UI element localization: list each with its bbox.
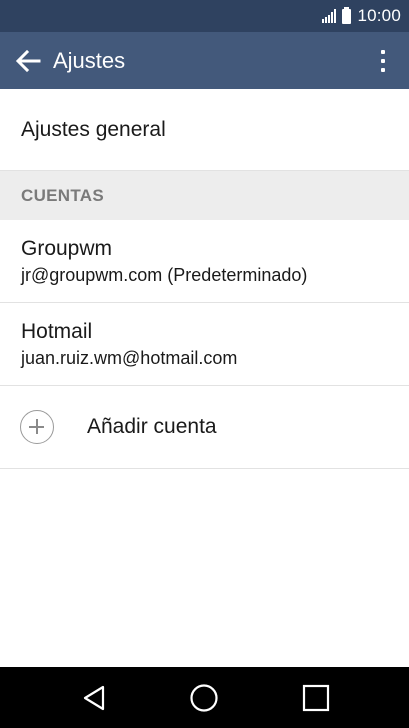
app-bar: Ajustes xyxy=(0,32,409,89)
more-options-button[interactable] xyxy=(371,46,395,76)
battery-icon xyxy=(342,6,352,24)
settings-list: Ajustes general CUENTAS Groupwm jr@group… xyxy=(0,89,409,469)
account-item-hotmail[interactable]: Hotmail juan.ruiz.wm@hotmail.com xyxy=(0,303,409,386)
general-settings-item[interactable]: Ajustes general xyxy=(0,89,409,171)
add-account-label: Añadir cuenta xyxy=(87,415,217,438)
nav-recents-button[interactable] xyxy=(286,667,346,728)
navigation-bar xyxy=(0,667,409,728)
status-icons: 10:00 xyxy=(322,6,401,26)
nav-home-button[interactable] xyxy=(174,667,234,728)
back-button[interactable] xyxy=(0,32,56,89)
page-title: Ajustes xyxy=(53,47,126,73)
account-email: juan.ruiz.wm@hotmail.com xyxy=(21,348,238,368)
plus-circle-icon xyxy=(20,410,54,444)
accounts-section-header: CUENTAS xyxy=(0,171,409,220)
add-account-button[interactable]: Añadir cuenta xyxy=(0,386,409,469)
nav-back-button[interactable] xyxy=(64,667,124,728)
account-email: jr@groupwm.com (Predeterminado) xyxy=(21,265,308,285)
more-vertical-icon xyxy=(381,50,385,54)
status-time: 10:00 xyxy=(357,6,401,25)
back-triangle-icon xyxy=(83,685,105,710)
account-name: Groupwm xyxy=(21,237,113,260)
account-name: Hotmail xyxy=(21,320,93,343)
recents-square-icon xyxy=(302,684,330,711)
signal-icon xyxy=(322,9,337,23)
arrow-left-icon xyxy=(15,49,41,72)
account-item-groupwm[interactable]: Groupwm jr@groupwm.com (Predeterminado) xyxy=(0,220,409,303)
home-circle-icon xyxy=(190,683,218,712)
status-bar: 10:00 xyxy=(0,0,409,32)
